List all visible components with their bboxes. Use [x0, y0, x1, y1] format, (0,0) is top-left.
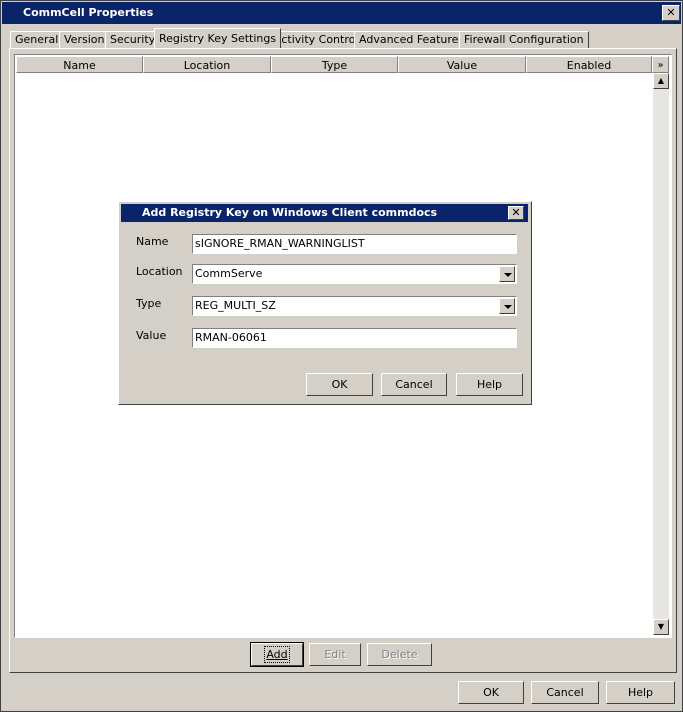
location-label: Location [136, 265, 183, 278]
scroll-down-button[interactable]: ▼ [653, 619, 669, 635]
tab-version[interactable]: Version [59, 31, 110, 48]
dialog-title-bar: Add Registry Key on Windows Client commd… [121, 204, 528, 222]
add-button[interactable]: Add [250, 642, 304, 667]
name-field[interactable]: sIGNORE_RMAN_WARNINGLIST [192, 234, 517, 254]
column-header-location[interactable]: Location [143, 56, 271, 73]
vertical-scrollbar[interactable]: ▲ ▼ [653, 73, 669, 635]
value-field[interactable]: RMAN-06061 [192, 328, 517, 348]
add-registry-key-dialog: Add Registry Key on Windows Client commd… [118, 201, 532, 405]
tab-advanced-features[interactable]: Advanced Features [354, 31, 470, 48]
column-header-enabled[interactable]: Enabled [526, 56, 652, 73]
column-header-type[interactable]: Type [271, 56, 398, 73]
location-select[interactable]: CommServe [192, 264, 517, 284]
dialog-ok-button[interactable]: OK [306, 373, 373, 396]
dialog-title: Add Registry Key on Windows Client commd… [142, 206, 438, 219]
add-button-label: Add [264, 646, 290, 663]
ok-button[interactable]: OK [458, 681, 524, 704]
close-button[interactable]: ✕ [662, 5, 680, 21]
close-icon: ✕ [666, 6, 676, 19]
column-header-value[interactable]: Value [398, 56, 526, 73]
tab-security[interactable]: Security [105, 31, 161, 48]
help-button[interactable]: Help [606, 681, 675, 704]
dialog-help-button[interactable]: Help [456, 373, 523, 396]
name-label: Name [136, 235, 169, 248]
column-chooser-button[interactable]: » [652, 56, 669, 73]
value-label: Value [136, 329, 167, 342]
close-icon: ✕ [511, 206, 521, 219]
type-selected-value: REG_MULTI_SZ [195, 299, 276, 312]
cancel-button[interactable]: Cancel [531, 681, 599, 704]
chevron-double-down-icon: » [657, 60, 664, 71]
edit-button[interactable]: Edit [309, 643, 361, 666]
scroll-up-button[interactable]: ▲ [653, 73, 669, 89]
column-header-name[interactable]: Name [16, 56, 143, 73]
tab-activity-control[interactable]: Activity Control [269, 31, 364, 48]
tab-registry-key-settings[interactable]: Registry Key Settings [154, 28, 282, 48]
dialog-close-button[interactable]: ✕ [508, 206, 524, 220]
tab-general[interactable]: General [10, 31, 64, 48]
location-selected-value: CommServe [195, 267, 263, 280]
arrow-down-icon: ▼ [657, 622, 665, 631]
dialog-cancel-button[interactable]: Cancel [381, 373, 447, 396]
window-title: CommCell Properties [23, 6, 154, 19]
type-label: Type [136, 297, 162, 310]
arrow-up-icon: ▲ [657, 76, 665, 85]
type-select[interactable]: REG_MULTI_SZ [192, 296, 517, 316]
delete-button[interactable]: Delete [367, 643, 432, 666]
chevron-down-icon[interactable] [499, 298, 515, 314]
tab-firewall-configuration[interactable]: Firewall Configuration [459, 31, 589, 48]
chevron-down-icon[interactable] [499, 266, 515, 282]
title-bar: CommCell Properties ✕ [2, 2, 681, 24]
